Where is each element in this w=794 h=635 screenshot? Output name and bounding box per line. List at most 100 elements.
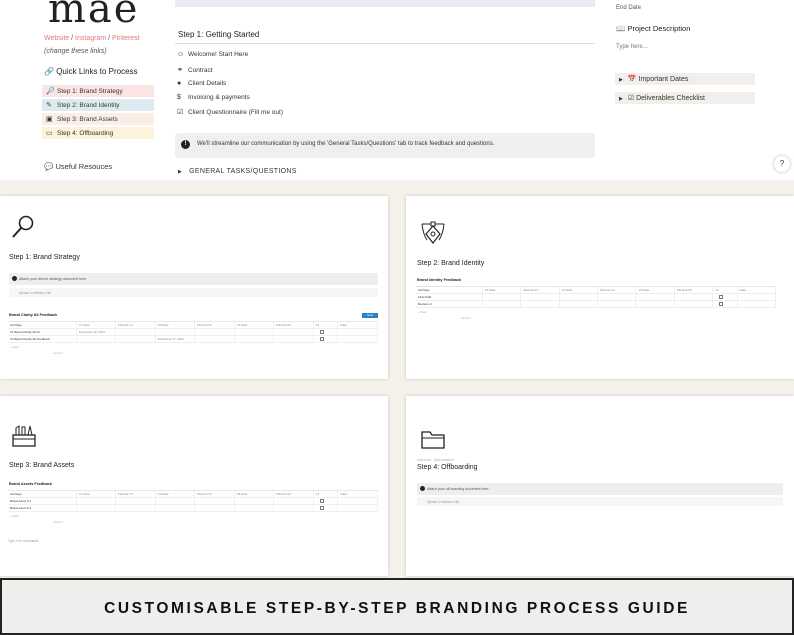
checkbox[interactable] [719,295,724,299]
row-cell [235,329,275,335]
row-cell [675,301,714,307]
magnifier-icon [12,215,34,238]
table-row[interactable]: V1 Brand Clarity All Fe December 10, 202… [8,329,378,336]
row-checkbox-cell[interactable] [713,294,738,300]
nav-questionnaire[interactable]: ☑ Client Questionnaire (Fill me out) [177,108,283,116]
page-meta-row: Add cover Add comment [417,458,454,462]
row-page[interactable]: Revision 1 [416,301,483,307]
row-cell [156,329,196,335]
step1-heading: Step 1: Getting Started [178,30,260,39]
column-header[interactable]: FileLink V2 [598,287,637,293]
checkbox[interactable] [319,337,324,341]
table-row[interactable]: First Draft [416,294,776,301]
column-header[interactable]: V1 Date [77,491,117,497]
row-checkbox-cell[interactable] [713,301,738,307]
column-header[interactable]: V3 Date [235,491,275,497]
row-cell [521,294,560,300]
checkbox[interactable] [719,302,724,306]
table-row[interactable]: Brand Asset # 1 [8,498,378,505]
nav-welcome[interactable]: ☺ Welcome! Start Here [177,51,248,58]
quick-link-offboarding[interactable]: ▭ Step 4: Offboarding [42,127,154,139]
column-header[interactable]: FileLink V3 [274,322,314,328]
help-button[interactable]: ? [774,156,790,172]
column-header[interactable]: FileLink V3 [675,287,714,293]
quick-link-brand-identity[interactable]: ✎ Step 2: Brand Identity [42,99,154,111]
row-page[interactable]: V1 Brand Clarity All Fe [8,329,77,335]
column-header[interactable]: Date [338,491,378,497]
column-header[interactable]: Aa Page [8,322,77,328]
quick-link-brand-assets[interactable]: ▣ Step 3: Brand Assets [42,113,154,125]
checkbox[interactable] [319,499,324,503]
column-header[interactable]: FileLink V1 [521,287,560,293]
table-row[interactable]: Brand Asset # 2 [8,505,378,512]
useful-resources-heading[interactable]: 💬 Useful Resouces [44,162,112,171]
pen-tool-icon: ✎ [46,102,52,109]
column-header[interactable]: V2 Date [156,491,196,497]
row-checkbox-cell[interactable] [314,329,339,335]
row-page[interactable]: Brand Asset # 2 [8,505,77,511]
project-description-heading: 📖 Project Description [616,24,691,33]
instagram-link[interactable]: Instagram [75,35,106,42]
row-checkbox-cell[interactable] [314,505,339,511]
row-cell [338,498,378,504]
row-cell [598,301,637,307]
column-header[interactable]: V1 [314,491,339,497]
add-cover-button[interactable]: Add cover [417,458,431,462]
add-comment-button[interactable]: Add comment [434,458,454,462]
row-page[interactable]: Brand Asset # 1 [8,498,77,504]
feedback-table: Aa Page V1 Date FileLink V1 V2 Date File… [8,490,378,524]
table-row[interactable]: V2 Brand Clarity All Feedback December 2… [8,336,378,343]
column-header[interactable]: Date [738,287,776,293]
row-checkbox-cell[interactable] [314,336,339,342]
row-cell [636,301,675,307]
new-button[interactable]: New [362,313,378,318]
calendar-icon: 📅 [627,76,637,83]
row-page[interactable]: V2 Brand Clarity All Feedback [8,336,77,342]
column-header[interactable]: FileLink V2 [195,491,235,497]
column-header[interactable]: FileLink V3 [274,491,314,497]
comment-input[interactable]: Type // for commands [6,536,126,545]
upload-file-button[interactable]: Upload or embed a file [417,497,783,506]
pinterest-link[interactable]: Pinterest [112,35,140,42]
project-description-input[interactable]: Type here... [616,44,648,50]
person-icon: ● [177,80,182,87]
communication-callout: ! We'll streamline our communication by … [175,133,595,158]
column-header[interactable]: V1 [713,287,738,293]
column-header[interactable]: FileLink V1 [116,491,156,497]
table-row[interactable]: Revision 1 [416,301,776,308]
deliverables-toggle[interactable]: ▶ ☑ Deliverables Checklist [615,92,755,104]
upload-file-button[interactable]: Upload or embed a file [9,288,378,297]
folder-icon: ▭ [46,130,53,137]
column-header[interactable]: V1 Date [483,287,522,293]
nav-invoicing[interactable]: $ Invoicing & payments [177,94,250,101]
important-dates-toggle[interactable]: ▶ 📅 Important Dates [615,73,755,85]
promo-banner: CUSTOMISABLE STEP-BY-STEP BRANDING PROCE… [0,578,794,635]
general-tasks-toggle[interactable]: ▶ GENERAL TASKS/QUESTIONS [178,168,297,175]
column-header[interactable]: V2 Date [156,322,196,328]
checkbox[interactable] [319,506,324,510]
website-link[interactable]: Website [44,35,69,42]
row-cell [116,505,156,511]
column-header[interactable]: V2 Date [560,287,599,293]
row-date: December 10, 2021 [77,329,117,335]
column-header[interactable]: Aa Page [416,287,483,293]
quick-link-brand-strategy[interactable]: 🔎 Step 1: Brand Strategy [42,85,154,97]
column-header[interactable]: Aa Page [8,491,77,497]
column-header[interactable]: V1 [314,322,339,328]
row-cell [274,336,314,342]
nav-contract[interactable]: ⚭ Contract [177,66,213,74]
row-cell [116,329,156,335]
column-header[interactable]: FileLink V1 [116,322,156,328]
column-header[interactable]: V3 Date [636,287,675,293]
checkbox[interactable] [319,330,324,334]
row-cell [195,329,235,335]
row-checkbox-cell[interactable] [314,498,339,504]
checkbox-icon: ☑ [627,95,635,102]
row-cell [235,498,275,504]
nav-client-details[interactable]: ● Client Details [177,80,226,87]
row-page[interactable]: First Draft [416,294,483,300]
column-header[interactable]: V1 Date [77,322,117,328]
column-header[interactable]: V3 Date [235,322,275,328]
column-header[interactable]: FileLink V2 [195,322,235,328]
column-header[interactable]: Date [338,322,378,328]
